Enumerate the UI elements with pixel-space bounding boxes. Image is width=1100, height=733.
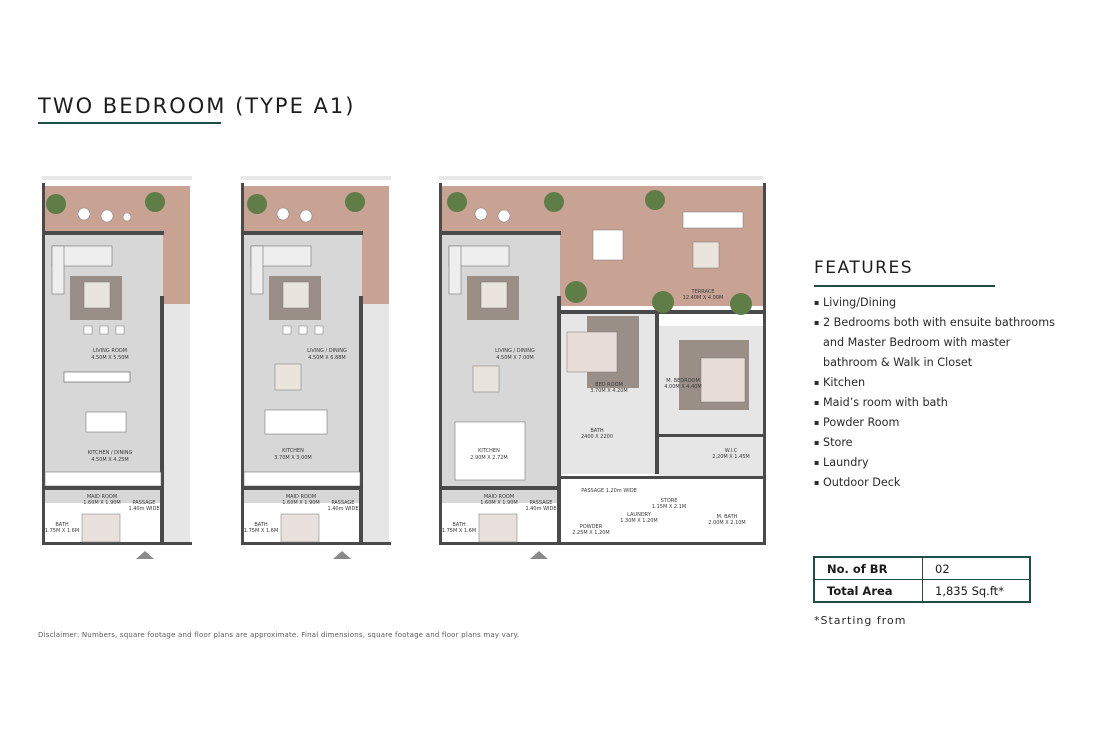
bed-icon (81, 513, 121, 543)
features-list: Living/Dining 2 Bedrooms both with ensui… (814, 293, 1064, 493)
svg-text:1.40m WIDE: 1.40m WIDE (525, 506, 556, 512)
direction-marker-icon (333, 551, 351, 559)
svg-text:3.70M X 4.20M: 3.70M X 4.20M (590, 388, 628, 394)
spec-value: 02 (922, 556, 1031, 580)
room-size: 4.50M X 5.50M (91, 355, 129, 361)
svg-text:LIVING / DINING: LIVING / DINING (307, 348, 347, 354)
svg-text:2.20M X 1.45M: 2.20M X 1.45M (712, 454, 750, 460)
direction-marker-icon (136, 551, 154, 559)
svg-text:4.50M X 6.88M: 4.50M X 6.88M (308, 355, 346, 361)
floor-plan-3: TERRACE 12.40M X 4.00M LIVING / DINING 4… (437, 176, 767, 546)
svg-text:1.30M X 1.20M: 1.30M X 1.20M (620, 518, 658, 524)
feature-item: Living/Dining (814, 293, 1064, 313)
specs-table: No. of BR 02 Total Area 1,835 Sq.ft* (813, 556, 1031, 603)
feature-item: Store (814, 433, 1064, 453)
features-title: FEATURES (814, 258, 914, 278)
chair-icon (100, 209, 114, 223)
svg-text:2.25M X 1.20M: 2.25M X 1.20M (572, 530, 610, 536)
direction-marker-icon (530, 551, 548, 559)
svg-text:PASSAGE 1.20m WIDE: PASSAGE 1.20m WIDE (581, 488, 637, 494)
svg-text:KITCHEN: KITCHEN (282, 448, 304, 454)
svg-text:2.90M X 2.72M: 2.90M X 2.72M (470, 455, 508, 461)
bed-icon (700, 357, 746, 403)
svg-text:1.75M X 1.6M: 1.75M X 1.6M (442, 528, 476, 534)
plant-icon (247, 194, 267, 214)
svg-text:LIVING / DINING: LIVING / DINING (495, 348, 535, 354)
svg-text:3.70M X 3.00M: 3.70M X 3.00M (274, 455, 312, 461)
svg-text:4.50M X 7.00M: 4.50M X 7.00M (496, 355, 534, 361)
chair-icon (276, 207, 290, 221)
table-row: Total Area 1,835 Sq.ft* (813, 579, 1031, 603)
plant-icon (46, 194, 66, 214)
svg-text:1.40m WIDE: 1.40m WIDE (327, 506, 358, 512)
title-underline (38, 122, 221, 124)
svg-text:1.60M X 1.90M: 1.60M X 1.90M (282, 500, 320, 506)
bed-icon (566, 331, 618, 373)
table-icon (274, 363, 302, 391)
svg-text:12.40M X 4.00M: 12.40M X 4.00M (683, 295, 724, 301)
feature-item: Powder Room (814, 413, 1064, 433)
room-size: 4.50M X 4.25M (91, 457, 129, 463)
table-icon (83, 281, 111, 309)
room-label: LIVING ROOM (93, 348, 127, 354)
svg-text:1.75M X 1.6M: 1.75M X 1.6M (45, 528, 79, 534)
table-row: No. of BR 02 (813, 556, 1031, 580)
svg-text:1.40m WIDE: 1.40m WIDE (128, 506, 159, 512)
exterior-wall (42, 183, 45, 545)
spec-label: Total Area (813, 579, 923, 603)
room-label: KITCHEN / DINING (88, 450, 133, 456)
svg-text:4.00M X 4.40M: 4.00M X 4.40M (664, 384, 702, 390)
svg-text:KITCHEN: KITCHEN (478, 448, 500, 454)
svg-text:2.00M X 2.10M: 2.00M X 2.10M (708, 520, 746, 526)
feature-item: Laundry (814, 453, 1064, 473)
page-title: TWO BEDROOM (TYPE A1) (38, 94, 356, 118)
plant-icon (145, 192, 165, 212)
feature-item: Outdoor Deck (814, 473, 1064, 493)
plant-icon (345, 192, 365, 212)
svg-text:1.15M X 2.1M: 1.15M X 2.1M (652, 504, 686, 510)
svg-text:1.60M X 1.90M: 1.60M X 1.90M (480, 500, 518, 506)
disclaimer: Disclaimer: Numbers, square footage and … (38, 631, 520, 639)
svg-text:2400 X 2200: 2400 X 2200 (581, 434, 613, 440)
svg-text:1.75M X 1.6M: 1.75M X 1.6M (244, 528, 278, 534)
features-underline (814, 285, 995, 287)
feature-item: Maid’s room with bath (814, 393, 1064, 413)
feature-item: 2 Bedrooms both with ensuite bathrooms a… (814, 313, 1064, 373)
chair-icon (77, 207, 91, 221)
table-icon (85, 411, 127, 433)
svg-text:1.60M X 1.90M: 1.60M X 1.90M (83, 500, 121, 506)
starting-note: *Starting from (814, 614, 907, 627)
feature-item: Kitchen (814, 373, 1064, 393)
floor-plan-1: LIVING ROOM 4.50M X 5.50M KITCHEN / DINI… (40, 176, 192, 546)
floor-plan-2: LIVING / DINING 4.50M X 6.88M KITCHEN 3.… (239, 176, 391, 546)
chair-icon (299, 209, 313, 223)
spec-label: No. of BR (813, 556, 923, 580)
spec-value: 1,835 Sq.ft* (922, 579, 1031, 603)
